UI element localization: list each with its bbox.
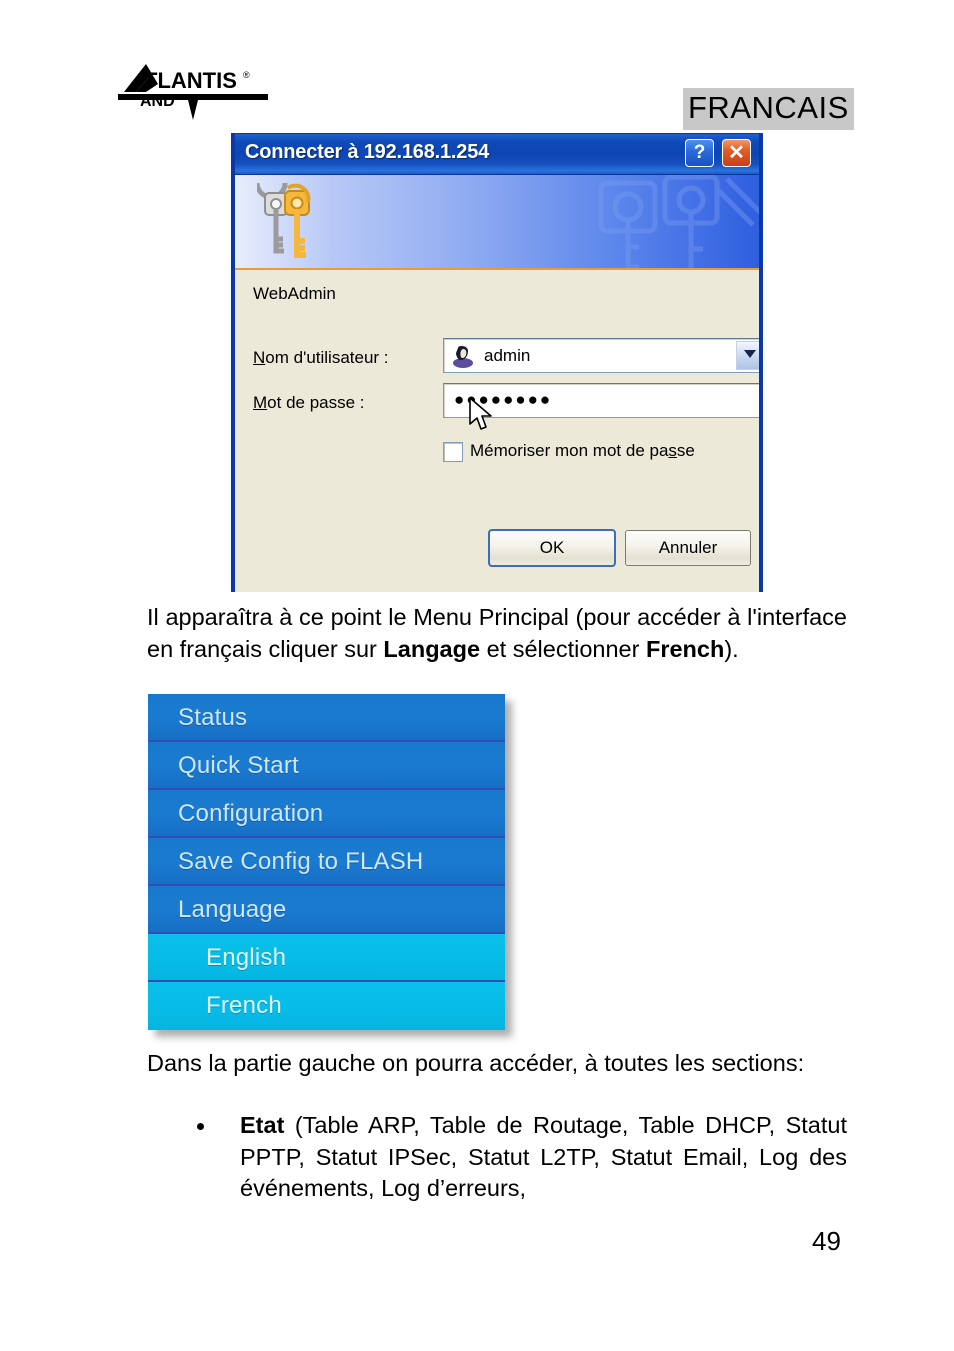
svg-text:TLANTIS: TLANTIS [144, 68, 237, 93]
svg-text:®: ® [243, 70, 250, 80]
username-row: Nom d'utilisateur : admin [253, 338, 759, 376]
menu-item-language[interactable]: Language [148, 886, 505, 934]
realm-label: WebAdmin [253, 284, 336, 303]
paragraph-sections: Dans la partie gauche on pourra accéder,… [147, 1050, 805, 1076]
page-number: 49 [812, 1226, 841, 1256]
ok-button[interactable]: OK [488, 529, 616, 567]
remember-password-label: Mémoriser mon mot de passe [470, 441, 695, 460]
menu-item-configuration[interactable]: Configuration [148, 790, 505, 838]
mouse-cursor-icon [469, 397, 492, 430]
dialog-body: WebAdmin Nom d'utilisateur : admin Mot d… [235, 270, 759, 592]
language-indicator: FRANCAIS [683, 88, 854, 130]
atlantis-land-logo: TLANTIS ® AND [118, 62, 268, 124]
bullet-1-bold: Etat [240, 1112, 285, 1138]
user-icon [453, 346, 473, 368]
password-row: Mot de passe : ●●●●●●●● [253, 383, 759, 421]
paragraph-1-bold-french: French [645, 635, 725, 662]
dialog-titlebar: Connecter à 192.168.1.254 ? ✕ [235, 134, 759, 175]
dialog-title: Connecter à 192.168.1.254 [245, 141, 490, 163]
close-button[interactable]: ✕ [722, 139, 751, 167]
chevron-down-icon[interactable] [736, 341, 759, 370]
close-icon: ✕ [728, 142, 745, 164]
page-header: TLANTIS ® AND FRANCAIS [0, 0, 954, 130]
menu-item-save-config-to-flash[interactable]: Save Config to FLASH [148, 838, 505, 886]
dialog-button-row: OK Annuler [235, 529, 759, 580]
cancel-button[interactable]: Annuler [625, 530, 751, 566]
remember-label-a: Mémoriser mon mot de pa [470, 441, 669, 460]
username-label: Nom d'utilisateur : [253, 348, 389, 367]
username-combobox[interactable]: admin [443, 338, 759, 373]
dialog-banner [235, 175, 759, 270]
password-label: Mot de passe : [253, 393, 365, 412]
remember-password-checkbox[interactable] [443, 442, 463, 462]
help-button[interactable]: ? [685, 139, 714, 167]
paragraph-1-bold-langage: Langage [383, 635, 481, 662]
paragraph-1-part3: ). [724, 635, 739, 662]
menu-item-french[interactable]: French [148, 982, 505, 1030]
bullet-dot-icon [197, 1123, 204, 1130]
keys-icon [257, 183, 311, 258]
username-value: admin [484, 346, 531, 365]
remember-label-b: se [676, 441, 695, 460]
menu-item-quick-start[interactable]: Quick Start [148, 742, 505, 790]
menu-item-english[interactable]: English [148, 934, 505, 982]
username-label-rest: om d'utilisateur : [265, 348, 389, 367]
keys-watermark-icon [598, 175, 759, 268]
router-navigation-menu: Status Quick Start Configuration Save Co… [148, 694, 505, 1030]
menu-item-status[interactable]: Status [148, 694, 505, 742]
paragraph-1-part2: et sélectionner [480, 635, 646, 662]
password-label-rest: ot de passe : [267, 393, 365, 412]
sections-bullet-list: Etat (Table ARP, Table de Routage, Table… [147, 1110, 847, 1205]
paragraph-intro: Il apparaîtra à ce point le Menu Princip… [147, 602, 847, 665]
list-item: Etat (Table ARP, Table de Routage, Table… [147, 1110, 847, 1205]
bullet-1-text: (Table ARP, Table de Routage, Table DHCP… [240, 1112, 847, 1201]
login-dialog: Connecter à 192.168.1.254 ? ✕ WebAdmin N… [231, 133, 763, 592]
